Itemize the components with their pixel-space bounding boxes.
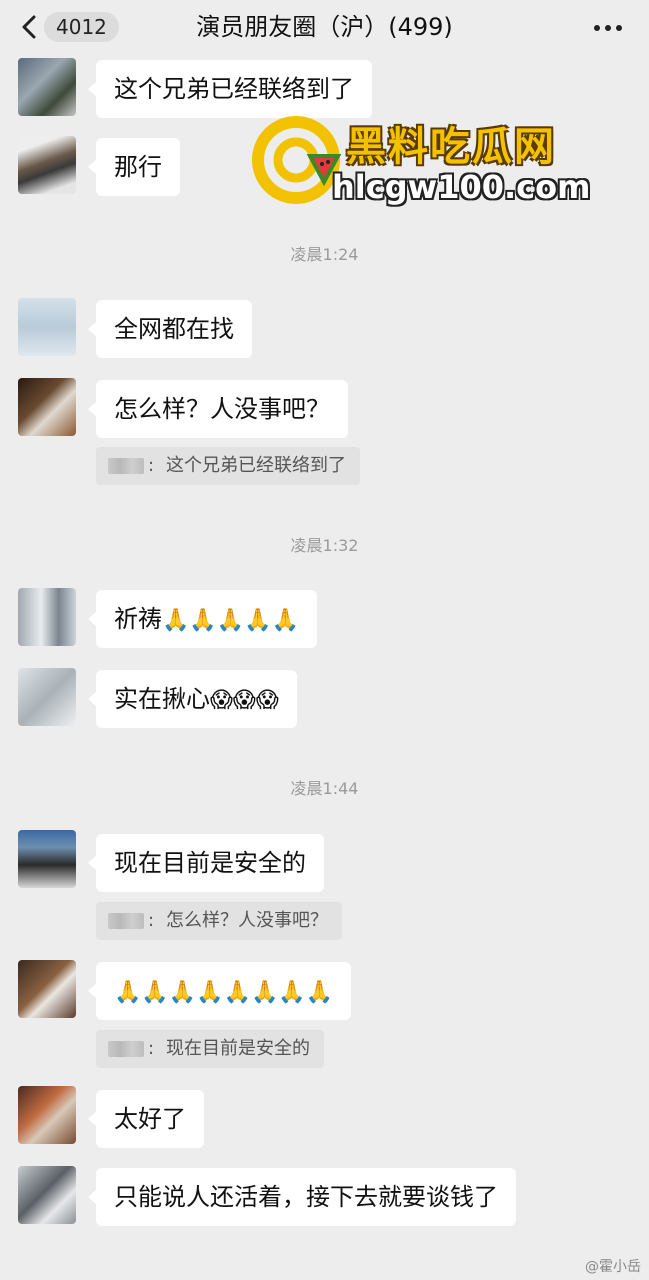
praying-hands-emoji: 🙏🙏🙏🙏🙏🙏🙏🙏 <box>114 980 334 1005</box>
message-bubble[interactable]: 实在揪心😱😱😱 <box>88 670 297 728</box>
reply-quote[interactable]: : 现在目前是安全的 <box>96 1030 324 1068</box>
timestamp: 凌晨1:32 <box>290 536 359 555</box>
avatar[interactable] <box>18 1166 76 1224</box>
reply-quote[interactable]: : 怎么样？人没事吧？ <box>96 902 342 940</box>
watermark-name: 黑料吃瓜网 <box>346 124 556 170</box>
screaming-face-emoji: 😱😱😱 <box>210 688 279 713</box>
message-bubble[interactable]: 全网都在找 <box>88 300 252 358</box>
message-bubble[interactable]: 这个兄弟已经联络到了 <box>88 60 372 118</box>
watermark-url: hlcgw100.com <box>332 168 591 206</box>
top-bar: 4012 演员朋友圈（沪）(499) <box>0 0 649 54</box>
message-bubble[interactable]: 祈祷🙏🙏🙏🙏🙏 <box>88 590 317 648</box>
avatar[interactable] <box>18 298 76 356</box>
praying-hands-emoji: 🙏🙏🙏🙏🙏 <box>162 608 299 633</box>
quote-text: 这个兄弟已经联络到了 <box>166 455 346 476</box>
site-watermark: 黑料吃瓜网 hlcgw100.com <box>252 112 592 212</box>
quote-text: 现在目前是安全的 <box>166 1038 310 1059</box>
message-bubble[interactable]: 🙏🙏🙏🙏🙏🙏🙏🙏 <box>87 962 352 1020</box>
avatar[interactable] <box>18 588 76 646</box>
quoted-sender-name <box>108 1041 144 1057</box>
reply-quote[interactable]: : 这个兄弟已经联络到了 <box>96 447 360 485</box>
message-bubble[interactable]: 现在目前是安全的 <box>88 834 324 892</box>
avatar[interactable] <box>18 830 76 888</box>
message-bubble[interactable]: 太好了 <box>88 1090 204 1148</box>
quoted-sender-name <box>108 458 144 474</box>
avatar[interactable] <box>18 668 76 726</box>
source-credit: @霍小岳 <box>585 1259 641 1275</box>
avatar[interactable] <box>18 960 76 1018</box>
more-options-icon[interactable] <box>591 14 625 42</box>
chat-title: 演员朋友圈（沪）(499) <box>196 13 453 41</box>
message-text: 祈祷 <box>114 605 162 633</box>
timestamp: 凌晨1:44 <box>290 779 359 798</box>
avatar[interactable] <box>18 136 76 194</box>
avatar[interactable] <box>18 58 76 116</box>
watermark-logo-icon <box>252 116 342 204</box>
avatar[interactable] <box>18 378 76 436</box>
message-bubble[interactable]: 那行 <box>88 138 180 196</box>
avatar[interactable] <box>18 1086 76 1144</box>
message-bubble[interactable]: 怎么样？人没事吧？ <box>88 380 348 438</box>
timestamp: 凌晨1:24 <box>290 245 359 264</box>
quote-text: 怎么样？人没事吧？ <box>166 910 328 931</box>
quoted-sender-name <box>108 913 144 929</box>
message-bubble[interactable]: 只能说人还活着，接下去就要谈钱了 <box>88 1168 516 1226</box>
message-text: 实在揪心 <box>114 685 210 713</box>
